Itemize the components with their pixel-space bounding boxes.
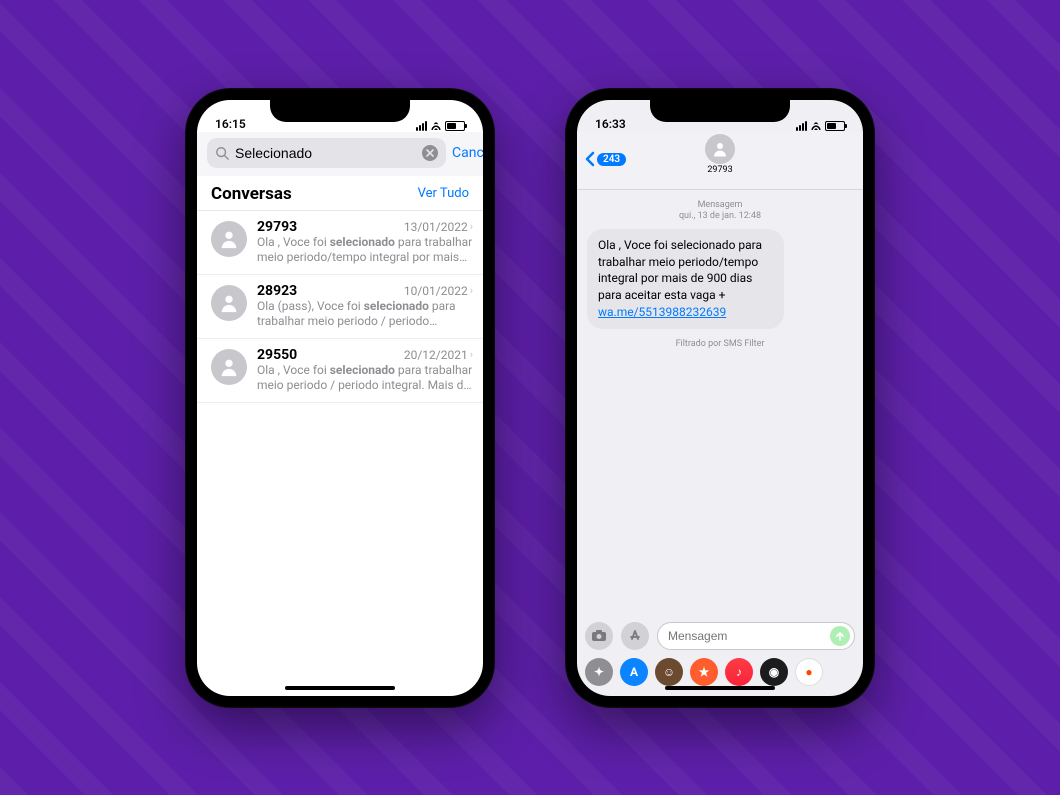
phone-left-frame: 16:15 Cancelar Conversas (185, 88, 495, 708)
row-preview: Ola , Voce foi selecionado para trabalha… (257, 235, 473, 266)
section-header: Conversas Ver Tudo (197, 176, 483, 211)
stage: 16:15 Cancelar Conversas (0, 0, 1060, 795)
avatar (705, 134, 735, 164)
phone-right-frame: 16:33 243 29793 (565, 88, 875, 708)
arrow-up-icon (835, 631, 845, 641)
avatar (211, 285, 247, 321)
person-icon (711, 140, 729, 158)
row-sender: 29793 (257, 219, 297, 235)
conversation-row[interactable]: 28923 10/01/2022› Ola (pass), Voce foi s… (197, 275, 483, 339)
person-icon (218, 292, 240, 314)
battery-icon (445, 121, 465, 131)
status-icons (796, 121, 845, 131)
row-date: 20/12/2021› (404, 348, 473, 362)
chevron-right-icon: › (470, 220, 473, 233)
row-sender: 28923 (257, 283, 297, 299)
unread-badge: 243 (597, 153, 626, 166)
app-icon-memoji[interactable]: ☺ (655, 658, 683, 686)
battery-icon (825, 121, 845, 131)
filter-note: Filtrado por SMS Filter (587, 339, 853, 349)
sender-name: 29793 (707, 165, 732, 175)
apps-button[interactable] (621, 622, 649, 650)
home-indicator[interactable] (665, 686, 775, 690)
notch (270, 100, 410, 122)
see-all-link[interactable]: Ver Tudo (418, 186, 469, 201)
app-icon-reddit[interactable]: ● (795, 658, 823, 686)
section-title: Conversas (211, 184, 292, 204)
signal-icon (416, 121, 427, 131)
conversation-row[interactable]: 29793 13/01/2022› Ola , Voce foi selecio… (197, 211, 483, 275)
app-icon-photos[interactable]: ✦ (585, 658, 613, 686)
app-icon-stickers[interactable]: ★ (690, 658, 718, 686)
person-icon (218, 356, 240, 378)
phone-right-screen: 16:33 243 29793 (577, 100, 863, 696)
row-preview: Ola , Voce foi selecionado para trabalha… (257, 363, 473, 394)
conversation-body[interactable]: Mensagem qui., 13 de jan. 12:48 Ola , Vo… (577, 190, 863, 616)
app-icon-appstore[interactable]: A (620, 658, 648, 686)
wifi-icon (430, 121, 442, 130)
home-indicator[interactable] (285, 686, 395, 690)
signal-icon (796, 121, 807, 131)
cancel-search-button[interactable]: Cancelar (452, 145, 483, 161)
row-sender: 29550 (257, 347, 297, 363)
avatar (211, 221, 247, 257)
notch (650, 100, 790, 122)
search-input[interactable] (235, 145, 416, 161)
send-button[interactable] (830, 626, 850, 646)
message-link[interactable]: wa.me/5513988232639 (598, 305, 726, 319)
conversation-title[interactable]: 29793 (705, 134, 735, 175)
input-tray (577, 616, 863, 652)
chevron-left-icon (585, 151, 595, 167)
message-text: Ola , Voce foi selecionado para trabalha… (598, 238, 762, 302)
row-date: 10/01/2022› (404, 284, 473, 298)
results-list: 29793 13/01/2022› Ola , Voce foi selecio… (197, 211, 483, 404)
avatar (211, 349, 247, 385)
status-icons (416, 121, 465, 131)
person-icon (218, 228, 240, 250)
x-icon (426, 149, 434, 157)
app-icon-music[interactable]: ♪ (725, 658, 753, 686)
app-icon-activity[interactable]: ◉ (760, 658, 788, 686)
conversation-row[interactable]: 29550 20/12/2021› Ola , Voce foi selecio… (197, 339, 483, 403)
incoming-message-bubble[interactable]: Ola , Voce foi selecionado para trabalha… (587, 229, 784, 329)
camera-button[interactable] (585, 622, 613, 650)
compose-field[interactable] (657, 622, 855, 650)
phone-left-screen: 16:15 Cancelar Conversas (197, 100, 483, 696)
row-date: 13/01/2022› (404, 220, 473, 234)
message-timestamp: Mensagem qui., 13 de jan. 12:48 (587, 200, 853, 223)
wifi-icon (810, 121, 822, 130)
conversation-header: 243 29793 (577, 132, 863, 190)
row-preview: Ola (pass), Voce foi selecionado para tr… (257, 299, 473, 330)
search-icon (215, 146, 229, 160)
back-button[interactable]: 243 (585, 151, 626, 167)
status-time: 16:15 (215, 117, 246, 131)
appstore-icon (628, 629, 642, 643)
chevron-right-icon: › (470, 348, 473, 361)
status-time: 16:33 (595, 117, 626, 131)
compose-input[interactable] (668, 629, 830, 643)
search-row: Cancelar (197, 132, 483, 176)
search-field[interactable] (207, 138, 446, 168)
clear-search-button[interactable] (422, 145, 438, 161)
camera-icon (591, 630, 607, 642)
chevron-right-icon: › (470, 284, 473, 297)
